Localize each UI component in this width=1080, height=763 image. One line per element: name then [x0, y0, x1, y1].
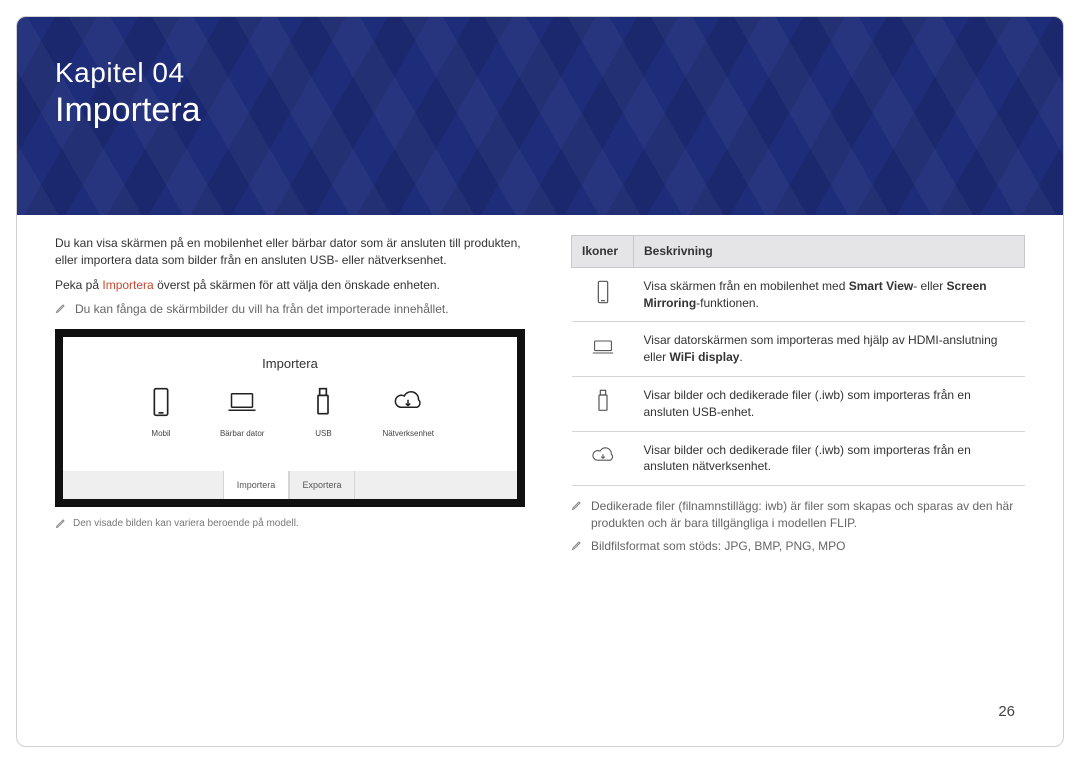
- laptop-icon: [591, 348, 615, 362]
- instruction-pre: Peka på: [55, 278, 102, 292]
- mock-item-laptop: Bärbar dator: [220, 387, 264, 439]
- row-desc: Visar bilder och dedikerade filer (.iwb)…: [634, 376, 1025, 431]
- mock-tab-importera: Importera: [223, 471, 289, 499]
- row-desc: Visa skärmen från en mobilenhet med Smar…: [634, 267, 1025, 322]
- cloud-download-icon: [393, 387, 423, 422]
- note-line: Dedikerade filer (filnamnstillägg: iwb) …: [571, 498, 1025, 532]
- caption-text: Den visade bilden kan variera beroende p…: [73, 517, 299, 534]
- laptop-icon: [227, 387, 257, 422]
- table-row: Visar bilder och dedikerade filer (.iwb)…: [572, 376, 1025, 431]
- table-row: Visa skärmen från en mobilenhet med Smar…: [572, 267, 1025, 322]
- txt: - eller: [913, 279, 946, 293]
- note-text: Bildfilsformat som stöds: JPG, BMP, PNG,…: [591, 538, 846, 556]
- row-desc: Visar datorskärmen som importeras med hj…: [634, 322, 1025, 377]
- txt-bold: WiFi display: [670, 350, 740, 364]
- cloud-download-icon: [591, 457, 615, 471]
- tip-text: Du kan fånga de skärmbilder du vill ha f…: [75, 301, 449, 319]
- mock-item-label: Bärbar dator: [220, 428, 264, 439]
- chapter-hero: Kapitel 04 Importera: [17, 17, 1063, 215]
- mock-item-usb: USB: [308, 387, 338, 439]
- mock-body: Importera Mobil Bärbar dat: [63, 337, 517, 471]
- th-icons: Ikoner: [572, 236, 634, 268]
- txt: -funktionen.: [696, 296, 759, 310]
- mock-title: Importera: [63, 355, 517, 373]
- mock-item-mobile: Mobil: [146, 387, 176, 439]
- mock-tabs: Importera Exportera: [63, 471, 517, 499]
- note-line: Bildfilsformat som stöds: JPG, BMP, PNG,…: [571, 538, 1025, 556]
- mock-icons-row: Mobil Bärbar dator USB: [63, 387, 517, 439]
- table-row: Visar datorskärmen som importeras med hj…: [572, 322, 1025, 377]
- table-row: Visar bilder och dedikerade filer (.iwb)…: [572, 431, 1025, 486]
- mock-item-network: Nätverksenhet: [382, 387, 434, 439]
- txt: Visa skärmen från en mobilenhet med: [644, 279, 849, 293]
- icon-description-table: Ikoner Beskrivning Visa skärmen från en …: [571, 235, 1025, 486]
- mobile-icon: [146, 387, 176, 422]
- th-desc: Beskrivning: [634, 236, 1025, 268]
- mock-item-label: Mobil: [151, 428, 170, 439]
- pen-icon: [571, 539, 583, 556]
- pen-icon: [55, 302, 67, 319]
- left-column: Du kan visa skärmen på en mobilenhet ell…: [55, 235, 525, 562]
- mock-tab-exportera: Exportera: [289, 471, 355, 499]
- tip-line: Du kan fånga de skärmbilder du vill ha f…: [55, 301, 525, 319]
- mock-caption: Den visade bilden kan variera beroende p…: [55, 517, 525, 534]
- usb-icon: [591, 402, 615, 416]
- pen-icon: [571, 499, 583, 532]
- page-frame: Kapitel 04 Importera Du kan visa skärmen…: [16, 16, 1064, 747]
- importera-screenshot: Importera Mobil Bärbar dat: [55, 329, 525, 507]
- pen-icon: [55, 517, 67, 534]
- chapter-label: Kapitel 04: [55, 57, 1025, 89]
- note-text: Dedikerade filer (filnamnstillägg: iwb) …: [591, 498, 1025, 532]
- right-column: Ikoner Beskrivning Visa skärmen från en …: [571, 235, 1025, 562]
- chapter-title: Importera: [55, 91, 1025, 130]
- instruction-post: överst på skärmen för att välja den önsk…: [154, 278, 440, 292]
- txt: .: [739, 350, 742, 364]
- page-number: 26: [998, 703, 1015, 720]
- usb-icon: [308, 387, 338, 422]
- row-desc: Visar bilder och dedikerade filer (.iwb)…: [634, 431, 1025, 486]
- instruction-accent: Importera: [102, 278, 153, 292]
- mobile-icon: [591, 293, 615, 307]
- instruction-line: Peka på Importera överst på skärmen för …: [55, 277, 525, 294]
- txt-bold: Smart View: [849, 279, 913, 293]
- mock-item-label: Nätverksenhet: [382, 428, 434, 439]
- content-columns: Du kan visa skärmen på en mobilenhet ell…: [17, 215, 1063, 562]
- mock-item-label: USB: [315, 428, 331, 439]
- intro-paragraph: Du kan visa skärmen på en mobilenhet ell…: [55, 235, 525, 269]
